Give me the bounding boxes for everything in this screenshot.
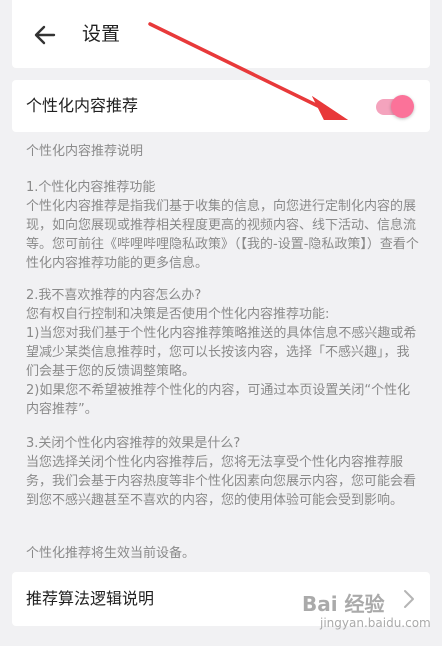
personalized-recommendation-switch[interactable] [374, 94, 414, 120]
switch-knob [391, 95, 414, 118]
algorithm-explanation-label: 推荐算法逻辑说明 [26, 589, 155, 608]
section-2-intro: 您有权自行控制和决策是否使用个性化内容推荐功能: [26, 307, 330, 322]
section-3-body: 当您选择关闭个性化内容推荐后，您将无法享受个性化内容推荐服务，我们会基于内容热度… [26, 455, 417, 508]
watermark: Bai 经验 jingyan.baidu.com [296, 586, 436, 636]
section-3: 3.关闭个性化内容推荐的效果是什么? 当您选择关闭个性化内容推荐后，您将无法享受… [26, 434, 422, 510]
header-bar: 设置 [12, 0, 430, 68]
section-3-title: 3.关闭个性化内容推荐的效果是什么? [26, 436, 241, 451]
personalized-recommendation-label: 个性化内容推荐 [26, 96, 139, 115]
description-heading: 个性化内容推荐说明 [26, 142, 422, 161]
section-1-title: 1.个性化内容推荐功能 [26, 180, 156, 195]
description-heading-text: 个性化内容推荐说明 [26, 144, 144, 159]
section-1-body: 个性化内容推荐是指我们基于收集的信息，向您进行定制化内容的展现，如向您展现或推荐… [26, 199, 419, 271]
section-2-title: 2.我不喜欢推荐的内容怎么办? [26, 288, 202, 303]
footer-note: 个性化推荐将生效当前设备。 [26, 544, 422, 563]
section-2-item-1: 1)当您对我们基于个性化内容推荐策略推送的具体信息不感兴趣或希望减少某类信息推荐… [26, 326, 417, 379]
section-2: 2.我不喜欢推荐的内容怎么办? 您有权自行控制和决策是否使用个性化内容推荐功能:… [26, 286, 422, 419]
section-2-item-2: 2)如果您不希望被推荐个性化的内容，可通过本页设置关闭“个性化内容推荐”。 [26, 383, 411, 417]
section-1: 1.个性化内容推荐功能 个性化内容推荐是指我们基于收集的信息，向您进行定制化内容… [26, 178, 422, 273]
page-title: 设置 [82, 23, 121, 45]
back-arrow-icon[interactable] [30, 20, 60, 50]
watermark-subtext: jingyan.baidu.com [320, 616, 431, 630]
watermark-text: Bai 经验 [302, 592, 385, 616]
personalized-recommendation-row: 个性化内容推荐 [12, 80, 430, 132]
footer-note-text: 个性化推荐将生效当前设备。 [26, 546, 196, 561]
